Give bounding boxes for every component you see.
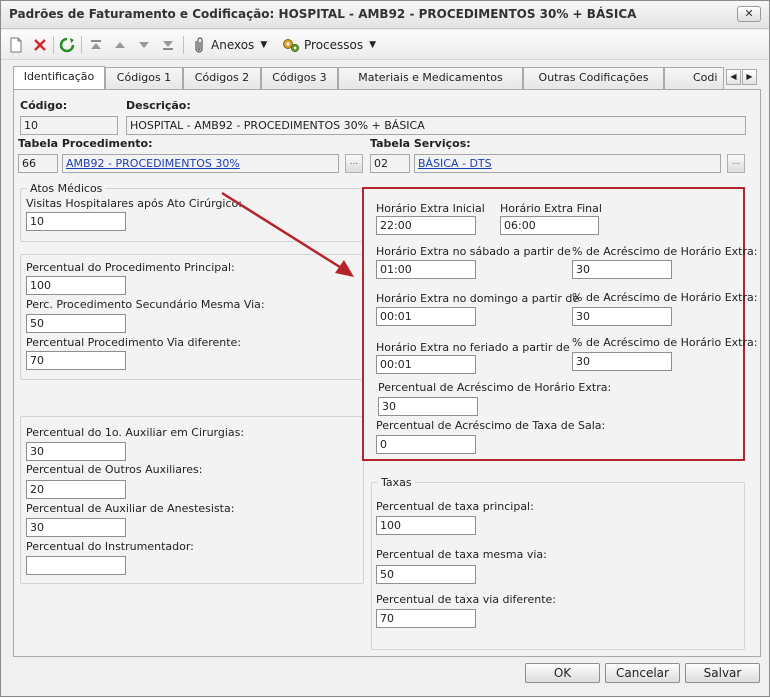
- tabela-procedimento-label: Tabela Procedimento:: [18, 137, 153, 150]
- perc-secundario-label: Perc. Procedimento Secundário Mesma Via:: [26, 298, 265, 311]
- perc-acrescimo-horario-label: Percentual de Acréscimo de Horário Extra…: [378, 381, 612, 394]
- taxa-via-diferente-label: Percentual de taxa via diferente:: [376, 593, 556, 606]
- cancel-button[interactable]: Cancelar: [605, 663, 680, 683]
- sabado-acrescimo-label: % de Acréscimo de Horário Extra:: [572, 245, 758, 258]
- processos-dropdown[interactable]: Processos ▼: [282, 35, 376, 55]
- anexos-label: Anexos: [211, 38, 255, 52]
- descricao-label: Descrição:: [126, 99, 191, 112]
- title-bar: Padrões de Faturamento e Codificação: HO…: [1, 1, 769, 29]
- tabela-procedimento-link[interactable]: AMB92 - PROCEDIMENTOS 30%: [66, 157, 240, 170]
- perc-principal-label: Percentual do Procedimento Principal:: [26, 261, 235, 274]
- aux1-label: Percentual do 1o. Auxiliar em Cirurgias:: [26, 426, 245, 439]
- codigo-field: 10: [20, 116, 118, 135]
- aux-anestesista-input[interactable]: 30: [26, 518, 126, 537]
- anexos-dropdown[interactable]: Anexos ▼: [191, 35, 267, 55]
- perc-via-diferente-input[interactable]: 70: [26, 351, 126, 370]
- delete-icon[interactable]: [33, 35, 47, 55]
- save-button[interactable]: Salvar: [685, 663, 760, 683]
- domingo-acrescimo-label: % de Acréscimo de Horário Extra:: [572, 291, 758, 304]
- tabela-servicos-lookup-button[interactable]: ...: [727, 154, 745, 173]
- taxa-principal-input[interactable]: 100: [376, 516, 476, 535]
- tabela-procedimento-lookup-button[interactable]: ...: [345, 154, 363, 173]
- tab-identificacao[interactable]: Identificação: [13, 66, 105, 89]
- instrumentador-input[interactable]: [26, 556, 126, 575]
- taxa-via-diferente-input[interactable]: 70: [376, 609, 476, 628]
- perc-principal-input[interactable]: 100: [26, 276, 126, 295]
- chevron-down-icon: ▼: [260, 40, 268, 50]
- chevron-down-icon: ▼: [369, 40, 377, 50]
- descricao-field: HOSPITAL - AMB92 - PROCEDIMENTOS 30% + B…: [126, 116, 746, 135]
- taxa-mesma-via-label: Percentual de taxa mesma via:: [376, 548, 547, 561]
- outros-auxiliares-label: Percentual de Outros Auxiliares:: [26, 463, 203, 476]
- horario-domingo-label: Horário Extra no domingo a partir de: [376, 292, 580, 305]
- next-record-icon[interactable]: [137, 35, 151, 55]
- taxas-legend: Taxas: [378, 476, 415, 489]
- tab-materiais-medicamentos[interactable]: Materiais e Medicamentos: [338, 67, 523, 89]
- close-window-button[interactable]: ✕: [737, 6, 761, 22]
- tabela-servicos-label: Tabela Serviços:: [370, 137, 471, 150]
- codigo-label: Código:: [20, 99, 68, 112]
- gears-icon: [283, 39, 299, 52]
- horario-inicial-label: Horário Extra Inicial: [376, 202, 485, 215]
- tabela-servicos-name: BÁSICA - DTS: [414, 154, 721, 173]
- horario-feriado-input[interactable]: 00:01: [376, 355, 476, 374]
- window-title: Padrões de Faturamento e Codificação: HO…: [9, 7, 637, 21]
- tabela-procedimento-name: AMB92 - PROCEDIMENTOS 30%: [62, 154, 339, 173]
- toolbar: Anexos ▼ Processos ▼: [1, 30, 769, 60]
- new-document-icon[interactable]: [9, 35, 23, 55]
- tabela-procedimento-code: 66: [18, 154, 58, 173]
- tab-scroll-left-icon[interactable]: ◀: [726, 69, 741, 85]
- taxa-mesma-via-input[interactable]: 50: [376, 565, 476, 584]
- aux1-input[interactable]: 30: [26, 442, 126, 461]
- horario-feriado-label: Horário Extra no feriado a partir de: [376, 341, 570, 354]
- tab-strip: Identificação Códigos 1 Códigos 2 Código…: [13, 66, 761, 89]
- feriado-acrescimo-label: % de Acréscimo de Horário Extra:: [572, 336, 758, 349]
- previous-record-icon[interactable]: [113, 35, 127, 55]
- outros-auxiliares-input[interactable]: 20: [26, 480, 126, 499]
- last-record-icon[interactable]: [161, 35, 175, 55]
- tabela-servicos-link[interactable]: BÁSICA - DTS: [418, 157, 492, 170]
- tab-outras-codificacoes[interactable]: Outras Codificações: [523, 67, 664, 89]
- tab-scroll-right-icon[interactable]: ▶: [742, 69, 757, 85]
- instrumentador-label: Percentual do Instrumentador:: [26, 540, 194, 553]
- perc-via-diferente-label: Percentual Procedimento Via diferente:: [26, 336, 242, 349]
- domingo-acrescimo-input[interactable]: 30: [572, 307, 672, 326]
- perc-acrescimo-horario-input[interactable]: 30: [378, 397, 478, 416]
- horario-final-input[interactable]: 06:00: [500, 216, 599, 235]
- sabado-acrescimo-input[interactable]: 30: [572, 260, 672, 279]
- aux-anestesista-label: Percentual de Auxiliar de Anestesista:: [26, 502, 235, 515]
- processos-label: Processos: [304, 38, 364, 52]
- perc-acrescimo-taxa-sala-label: Percentual de Acréscimo de Taxa de Sala:: [376, 419, 606, 432]
- tab-codificacao-truncated[interactable]: Codi: [664, 67, 724, 89]
- dialog-window: Padrões de Faturamento e Codificação: HO…: [0, 0, 770, 697]
- visitas-label: Visitas Hospitalares após Ato Cirúrgico:: [26, 197, 242, 210]
- paperclip-icon: [195, 37, 203, 53]
- visitas-input[interactable]: 10: [26, 212, 126, 231]
- horario-sabado-input[interactable]: 01:00: [376, 260, 476, 279]
- horario-domingo-input[interactable]: 00:01: [376, 307, 476, 326]
- tab-codigos-3[interactable]: Códigos 3: [261, 67, 338, 89]
- feriado-acrescimo-input[interactable]: 30: [572, 352, 672, 371]
- atos-medicos-legend: Atos Médicos: [27, 182, 106, 195]
- tabela-servicos-code: 02: [370, 154, 410, 173]
- perc-secundario-input[interactable]: 50: [26, 314, 126, 333]
- tab-codigos-1[interactable]: Códigos 1: [105, 67, 183, 89]
- identificacao-panel: Código: 10 Descrição: HOSPITAL - AMB92 -…: [13, 89, 761, 657]
- horario-inicial-input[interactable]: 22:00: [376, 216, 476, 235]
- horario-sabado-label: Horário Extra no sábado a partir de: [376, 245, 571, 258]
- ok-button[interactable]: OK: [525, 663, 600, 683]
- taxa-principal-label: Percentual de taxa principal:: [376, 500, 534, 513]
- perc-acrescimo-taxa-sala-input[interactable]: 0: [376, 435, 476, 454]
- first-record-icon[interactable]: [89, 35, 103, 55]
- refresh-icon[interactable]: [59, 35, 75, 55]
- tab-codigos-2[interactable]: Códigos 2: [183, 67, 261, 89]
- horario-final-label: Horário Extra Final: [500, 202, 602, 215]
